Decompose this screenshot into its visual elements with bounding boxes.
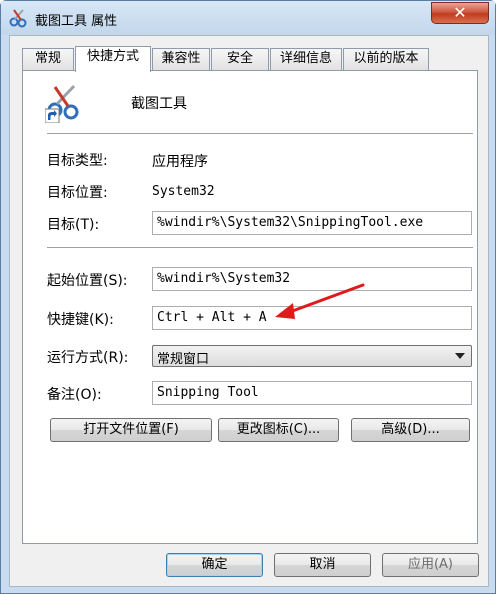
- start-in-label: 起始位置(S):: [47, 273, 128, 289]
- cancel-button[interactable]: 取消: [274, 553, 371, 577]
- close-button[interactable]: ✕: [431, 2, 489, 24]
- dialog-client: 常规 快捷方式 兼容性 安全 详细信息 以前的版本 截图工具 目标类型: 应用程…: [9, 35, 489, 587]
- target-field[interactable]: %windir%\System32\SnippingTool.exe: [152, 211, 472, 235]
- tab-security[interactable]: 安全: [211, 48, 269, 70]
- comment-label: 备注(O):: [47, 387, 102, 403]
- run-label: 运行方式(R):: [47, 350, 129, 366]
- apply-button[interactable]: 应用(A): [382, 553, 479, 577]
- scissors-icon: [9, 8, 29, 28]
- annotation-arrow-icon: [275, 283, 365, 319]
- divider: [47, 247, 473, 249]
- target-label: 目标(T):: [47, 217, 100, 233]
- properties-window: 截图工具 属性 ✕ 常规 快捷方式 兼容性 安全 详细信息 以前的版本 截图工具…: [0, 0, 496, 594]
- open-file-location-button[interactable]: 打开文件位置(F): [50, 418, 212, 442]
- tab-strip: 常规 快捷方式 兼容性 安全 详细信息 以前的版本: [22, 46, 482, 72]
- tab-shortcut[interactable]: 快捷方式: [75, 46, 151, 72]
- change-icon-button[interactable]: 更改图标(C)...: [218, 418, 339, 442]
- ok-button[interactable]: 确定: [166, 553, 263, 577]
- close-icon: ✕: [453, 3, 467, 22]
- shortcut-panel: 截图工具 目标类型: 应用程序 目标位置: System32 目标(T): %w…: [22, 70, 478, 544]
- chevron-down-icon: [455, 353, 465, 359]
- comment-field[interactable]: Snipping Tool: [152, 381, 472, 405]
- hotkey-label: 快捷键(K):: [47, 312, 114, 328]
- tab-details[interactable]: 详细信息: [270, 48, 342, 70]
- tab-compatibility[interactable]: 兼容性: [152, 48, 210, 70]
- divider: [47, 133, 473, 135]
- target-location-value: System32: [152, 184, 215, 199]
- run-select-value: 常规窗口: [157, 352, 210, 367]
- target-type-value: 应用程序: [152, 154, 208, 170]
- scissors-shortcut-icon: [44, 83, 85, 124]
- window-title: 截图工具 属性: [35, 14, 118, 29]
- app-name: 截图工具: [131, 96, 187, 112]
- target-location-label: 目标位置:: [47, 185, 108, 201]
- title-bar[interactable]: 截图工具 属性 ✕: [1, 1, 495, 35]
- target-type-label: 目标类型:: [47, 153, 108, 169]
- tab-previous-versions[interactable]: 以前的版本: [343, 48, 429, 70]
- run-select[interactable]: 常规窗口: [152, 345, 472, 367]
- tab-general[interactable]: 常规: [22, 48, 74, 70]
- advanced-button[interactable]: 高级(D)...: [351, 418, 470, 442]
